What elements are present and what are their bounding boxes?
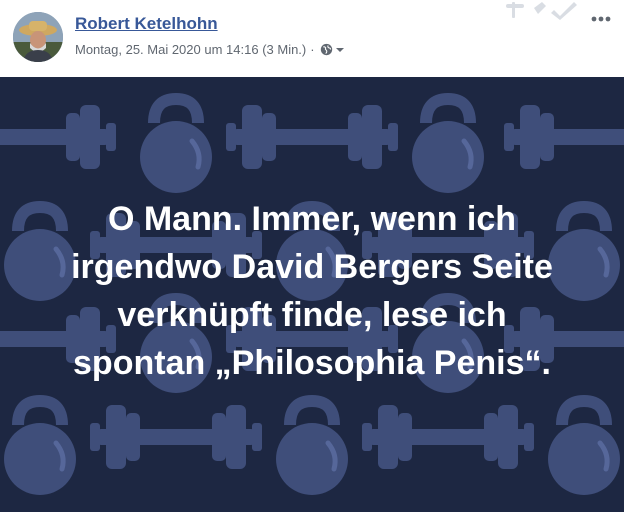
more-dots-icon[interactable] bbox=[590, 14, 612, 24]
facebook-post: Robert Ketelhohn Montag, 25. Mai 2020 um… bbox=[0, 0, 624, 512]
meta-separator: · bbox=[310, 42, 315, 57]
post-meta: Montag, 25. Mai 2020 um 14:16 (3 Min.) · bbox=[75, 42, 345, 57]
globe-icon[interactable] bbox=[320, 43, 333, 56]
kettlebell-icon bbox=[4, 401, 76, 495]
faded-icons-decoration bbox=[506, 2, 577, 20]
quote-line-4: spontan „Philosophia Penis“. bbox=[73, 344, 551, 382]
kettlebell-icon bbox=[140, 99, 212, 193]
post-image[interactable]: O Mann. Immer, wenn ich irgendwo David B… bbox=[0, 77, 624, 512]
quote-line-2: irgendwo David Bergers Seite bbox=[71, 248, 553, 286]
dumbbell-icon bbox=[90, 405, 262, 469]
caret-down-icon[interactable] bbox=[335, 45, 345, 55]
quote-line-1: O Mann. Immer, wenn ich bbox=[107, 200, 517, 238]
author-avatar[interactable] bbox=[13, 12, 63, 62]
kettlebell-icon bbox=[548, 401, 620, 495]
dumbbell-icon bbox=[226, 105, 398, 169]
author-name-link[interactable]: Robert Ketelhohn bbox=[75, 14, 218, 34]
dumbbell-icon bbox=[362, 405, 534, 469]
post-timestamp[interactable]: Montag, 25. Mai 2020 um 14:16 bbox=[75, 42, 259, 57]
kettlebell-icon bbox=[412, 99, 484, 193]
read-time: (3 Min.) bbox=[262, 42, 307, 57]
quote-line-3: verknüpft finde, lese ich bbox=[117, 296, 507, 334]
dumbbell-icon bbox=[504, 105, 624, 169]
avatar-photo bbox=[13, 12, 63, 62]
dumbbell-icon bbox=[0, 105, 116, 169]
post-quote-text: O Mann. Immer, wenn ich irgendwo David B… bbox=[0, 195, 624, 387]
post-header: Robert Ketelhohn Montag, 25. Mai 2020 um… bbox=[0, 0, 624, 77]
kettlebell-icon bbox=[276, 401, 348, 495]
